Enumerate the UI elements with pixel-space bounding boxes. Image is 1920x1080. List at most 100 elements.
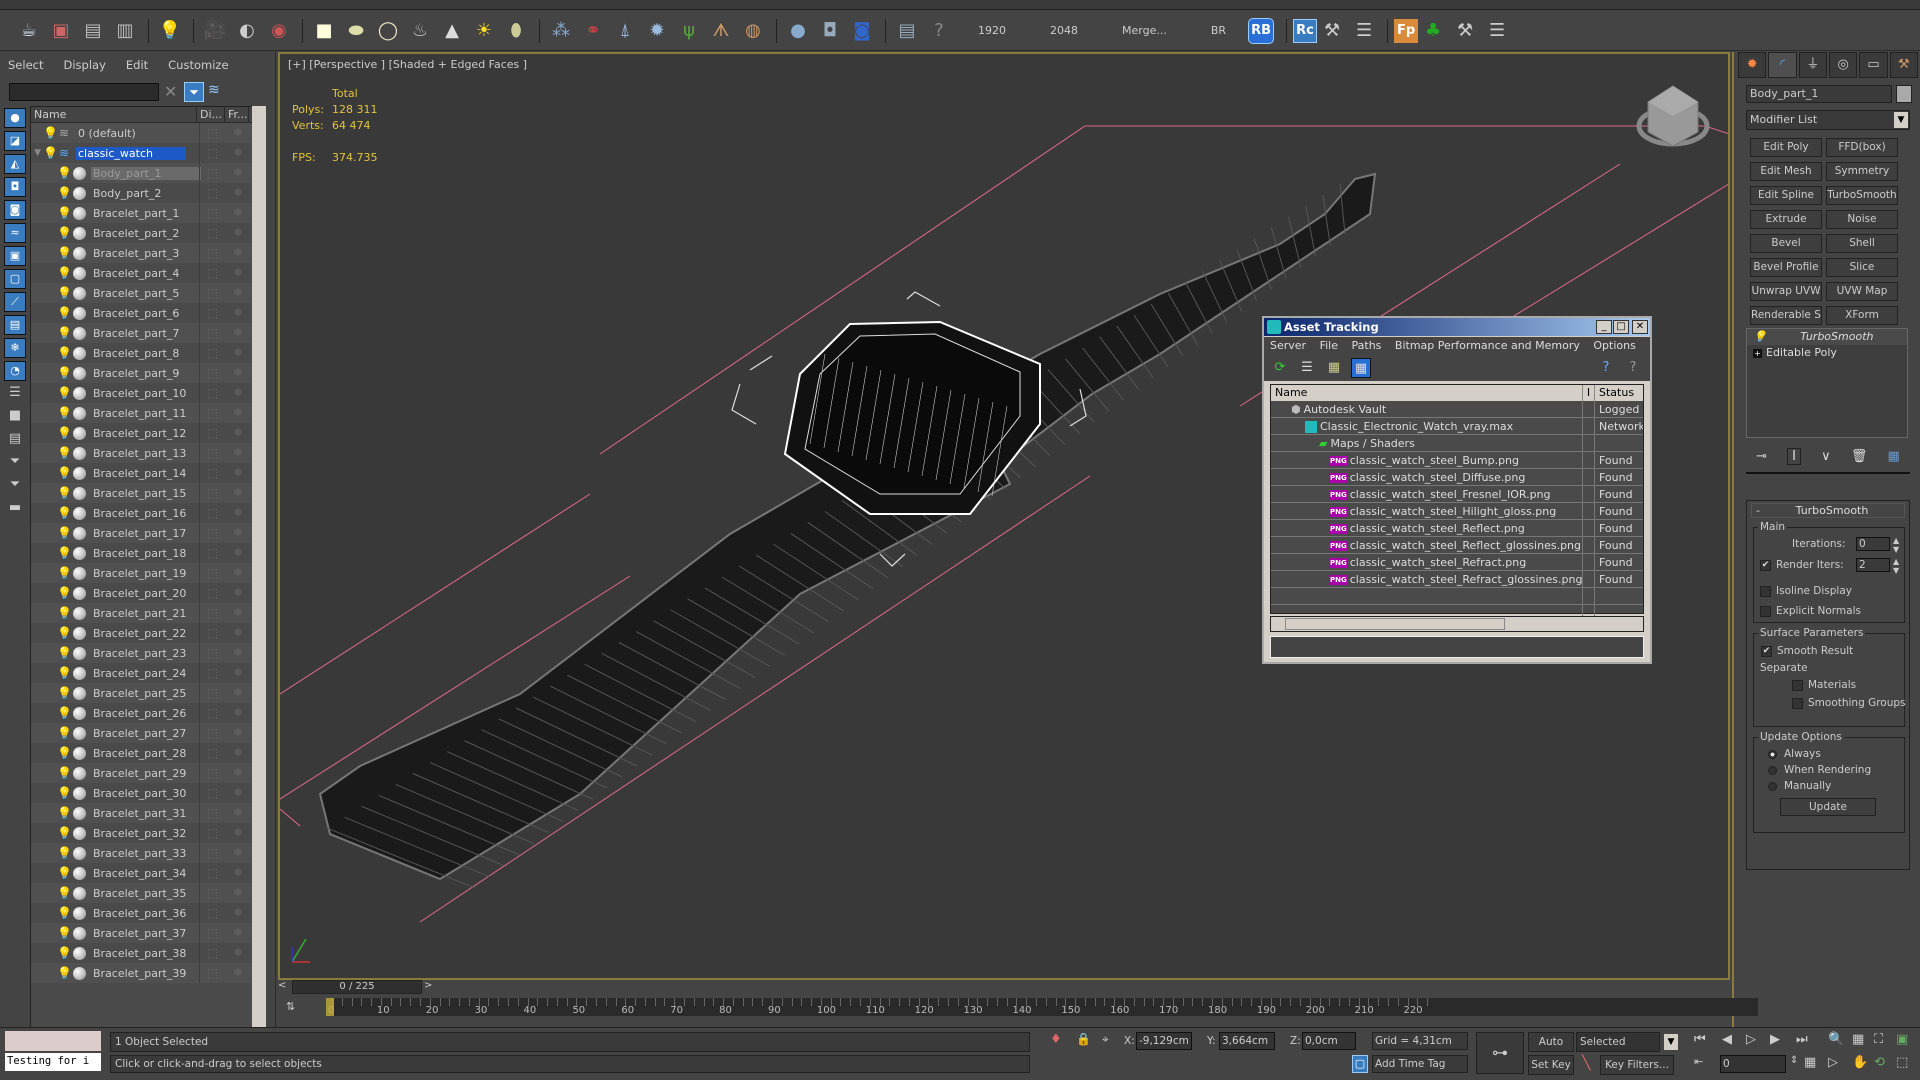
modifier-button[interactable]: Edit Poly bbox=[1750, 138, 1822, 157]
display-box-icon[interactable]: ⬚ bbox=[199, 543, 225, 563]
explorer-row[interactable]: 💡 Bracelet_part_33 ⬚ ❄ bbox=[31, 843, 265, 863]
render-iters-spinner[interactable]: 2 bbox=[1856, 558, 1890, 572]
display-box-icon[interactable]: ⬚ bbox=[199, 283, 225, 303]
lock-selection-icon[interactable]: 🔒 bbox=[1076, 1032, 1091, 1046]
explorer-row[interactable]: 💡 Bracelet_part_9 ⬚ ❄ bbox=[31, 363, 265, 383]
explorer-row[interactable]: 💡 Bracelet_part_31 ⬚ ❄ bbox=[31, 803, 265, 823]
stack-item-editable-poly[interactable]: + Editable Poly bbox=[1747, 345, 1907, 361]
hair-ox-icon[interactable]: ◍ bbox=[738, 16, 768, 46]
display-box-icon[interactable]: ⬚ bbox=[199, 383, 225, 403]
menu-options[interactable]: Options bbox=[1593, 339, 1635, 352]
explorer-row[interactable]: 💡 Bracelet_part_29 ⬚ ❄ bbox=[31, 763, 265, 783]
column-name[interactable]: Name bbox=[31, 107, 197, 122]
z-coordinate-field[interactable]: 0,0cm bbox=[1302, 1032, 1356, 1050]
freeze-icon[interactable]: ❄ bbox=[227, 323, 249, 343]
proxy-icon[interactable]: ◙ bbox=[847, 16, 877, 46]
explorer-vertical-scrollbar[interactable] bbox=[252, 106, 266, 1030]
display-box-icon[interactable]: ⬚ bbox=[199, 223, 225, 243]
time-configuration-icon[interactable]: ▦ bbox=[1804, 1055, 1816, 1070]
show-end-result-icon[interactable]: Ⅰ bbox=[1787, 447, 1801, 465]
scrollbar-thumb[interactable] bbox=[1285, 618, 1505, 630]
display-box-icon[interactable]: ⬚ bbox=[199, 763, 225, 783]
display-box-icon[interactable]: ⬚ bbox=[199, 483, 225, 503]
viewcube-icon[interactable] bbox=[1636, 85, 1710, 147]
visibility-bulb-icon[interactable]: 💡 bbox=[57, 566, 72, 580]
display-box-icon[interactable]: ⬚ bbox=[199, 443, 225, 463]
orbit-icon[interactable]: ⟲ bbox=[1874, 1055, 1885, 1070]
utilities-tab-icon[interactable]: ⚒ bbox=[1889, 52, 1918, 78]
freeze-icon[interactable]: ❄ bbox=[227, 703, 249, 723]
visibility-bulb-icon[interactable]: 💡 bbox=[57, 406, 72, 420]
freeze-icon[interactable]: ❄ bbox=[227, 583, 249, 603]
display-box-icon[interactable]: ⬚ bbox=[199, 863, 225, 883]
always-radio[interactable] bbox=[1768, 750, 1777, 759]
modifier-button[interactable]: XForm bbox=[1826, 306, 1898, 325]
hierarchy-tab-icon[interactable]: ⏚ bbox=[1798, 52, 1827, 78]
list-view-icon[interactable]: ☰ bbox=[1297, 358, 1317, 378]
groups-filter-icon[interactable]: ▣ bbox=[4, 246, 26, 266]
visibility-bulb-icon[interactable]: 💡 bbox=[57, 186, 72, 200]
column-freeze[interactable]: Fr... bbox=[225, 107, 249, 122]
visibility-bulb-icon[interactable]: 💡 bbox=[57, 286, 72, 300]
display-box-icon[interactable]: ⬚ bbox=[199, 463, 225, 483]
menu-customize[interactable]: Customize bbox=[168, 58, 228, 72]
pin-stack-icon[interactable]: ⊸ bbox=[1756, 449, 1767, 464]
visibility-bulb-icon[interactable]: 💡 bbox=[57, 246, 72, 260]
display-box-icon[interactable]: ⬚ bbox=[199, 243, 225, 263]
visibility-bulb-icon[interactable]: 💡 bbox=[57, 786, 72, 800]
zoom-extents-icon[interactable]: ⛶ bbox=[1874, 1032, 1883, 1047]
display-tab-icon[interactable]: ▭ bbox=[1859, 52, 1888, 78]
forestpack-button[interactable]: Fp bbox=[1394, 18, 1419, 43]
visibility-bulb-icon[interactable]: 💡 bbox=[57, 646, 72, 660]
explorer-row[interactable]: 💡 Bracelet_part_13 ⬚ ❄ bbox=[31, 443, 265, 463]
freeze-icon[interactable]: ❄ bbox=[227, 663, 249, 683]
visibility-bulb-icon[interactable]: 💡 bbox=[57, 846, 72, 860]
material-editor-icon[interactable]: ◘ bbox=[815, 16, 845, 46]
explorer-row[interactable]: 💡 Bracelet_part_12 ⬚ ❄ bbox=[31, 423, 265, 443]
modifier-button[interactable]: TurboSmooth bbox=[1826, 186, 1898, 205]
freeze-icon[interactable]: ❄ bbox=[227, 463, 249, 483]
isoline-display-checkbox[interactable] bbox=[1760, 586, 1771, 597]
visibility-bulb-icon[interactable]: 💡 bbox=[57, 226, 72, 240]
display-box-icon[interactable]: ⬚ bbox=[199, 803, 225, 823]
refresh-icon[interactable]: ⟳ bbox=[1270, 358, 1290, 378]
display-box-icon[interactable]: ⬚ bbox=[199, 603, 225, 623]
explorer-row[interactable]: 💡 Bracelet_part_17 ⬚ ❄ bbox=[31, 523, 265, 543]
menu-server[interactable]: Server bbox=[1270, 339, 1306, 352]
hidden-filter-icon[interactable]: ◔ bbox=[4, 361, 26, 381]
modifier-button[interactable]: Noise bbox=[1826, 210, 1898, 229]
freeze-icon[interactable]: ❄ bbox=[227, 263, 249, 283]
visibility-bulb-icon[interactable]: 💡 bbox=[57, 726, 72, 740]
tree-view-icon[interactable]: ▦ bbox=[1324, 358, 1344, 378]
display-box-icon[interactable]: ⬚ bbox=[199, 703, 225, 723]
light-lister-icon[interactable]: 💡 bbox=[155, 16, 185, 46]
asset-horizontal-scrollbar[interactable] bbox=[1270, 616, 1644, 632]
tower-icon[interactable]: ⍋ bbox=[610, 16, 640, 46]
frame-spinner-icon[interactable]: ⇕ bbox=[1790, 1055, 1798, 1066]
visibility-bulb-icon[interactable]: 💡 bbox=[57, 586, 72, 600]
update-button[interactable]: Update bbox=[1780, 798, 1876, 816]
visibility-bulb-icon[interactable]: 💡 bbox=[57, 626, 72, 640]
asset-row[interactable]: Classic_Electronic_Watch_vray.max Network… bbox=[1271, 418, 1643, 435]
modifier-button[interactable]: FFD(box) bbox=[1826, 138, 1898, 157]
freeze-icon[interactable]: ❄ bbox=[227, 643, 249, 663]
freeze-icon[interactable]: ❄ bbox=[227, 243, 249, 263]
spinner-arrows-icon[interactable]: ▲ ▼ bbox=[1893, 557, 1899, 575]
modifier-button[interactable]: Bevel Profile bbox=[1750, 258, 1822, 277]
asset-row[interactable]: ⬢Autodesk Vault Logged Out bbox=[1271, 401, 1643, 418]
asset-row[interactable]: PNG classic_watch_steel_Fresnel_IOR.png Fo… bbox=[1271, 486, 1643, 503]
filter-film-icon[interactable]: ▬ bbox=[4, 499, 26, 519]
rb-button[interactable]: RB bbox=[1248, 17, 1275, 44]
freeze-icon[interactable]: ❄ bbox=[227, 343, 249, 363]
explorer-row[interactable]: 💡 Bracelet_part_8 ⬚ ❄ bbox=[31, 343, 265, 363]
freeze-icon[interactable]: ❄ bbox=[227, 443, 249, 463]
freeze-icon[interactable]: ❄ bbox=[227, 503, 249, 523]
modifier-button[interactable]: UVW Map bbox=[1826, 282, 1898, 301]
modifier-button[interactable]: Edit Spline bbox=[1750, 186, 1822, 205]
display-box-icon[interactable]: ⬚ bbox=[199, 163, 225, 183]
visibility-bulb-icon[interactable]: 💡 bbox=[57, 166, 72, 180]
menu-paths[interactable]: Paths bbox=[1352, 339, 1382, 352]
freeze-icon[interactable]: ❄ bbox=[227, 303, 249, 323]
table-view-icon[interactable]: ▦ bbox=[1351, 358, 1371, 378]
modifier-button[interactable]: Shell bbox=[1826, 234, 1898, 253]
